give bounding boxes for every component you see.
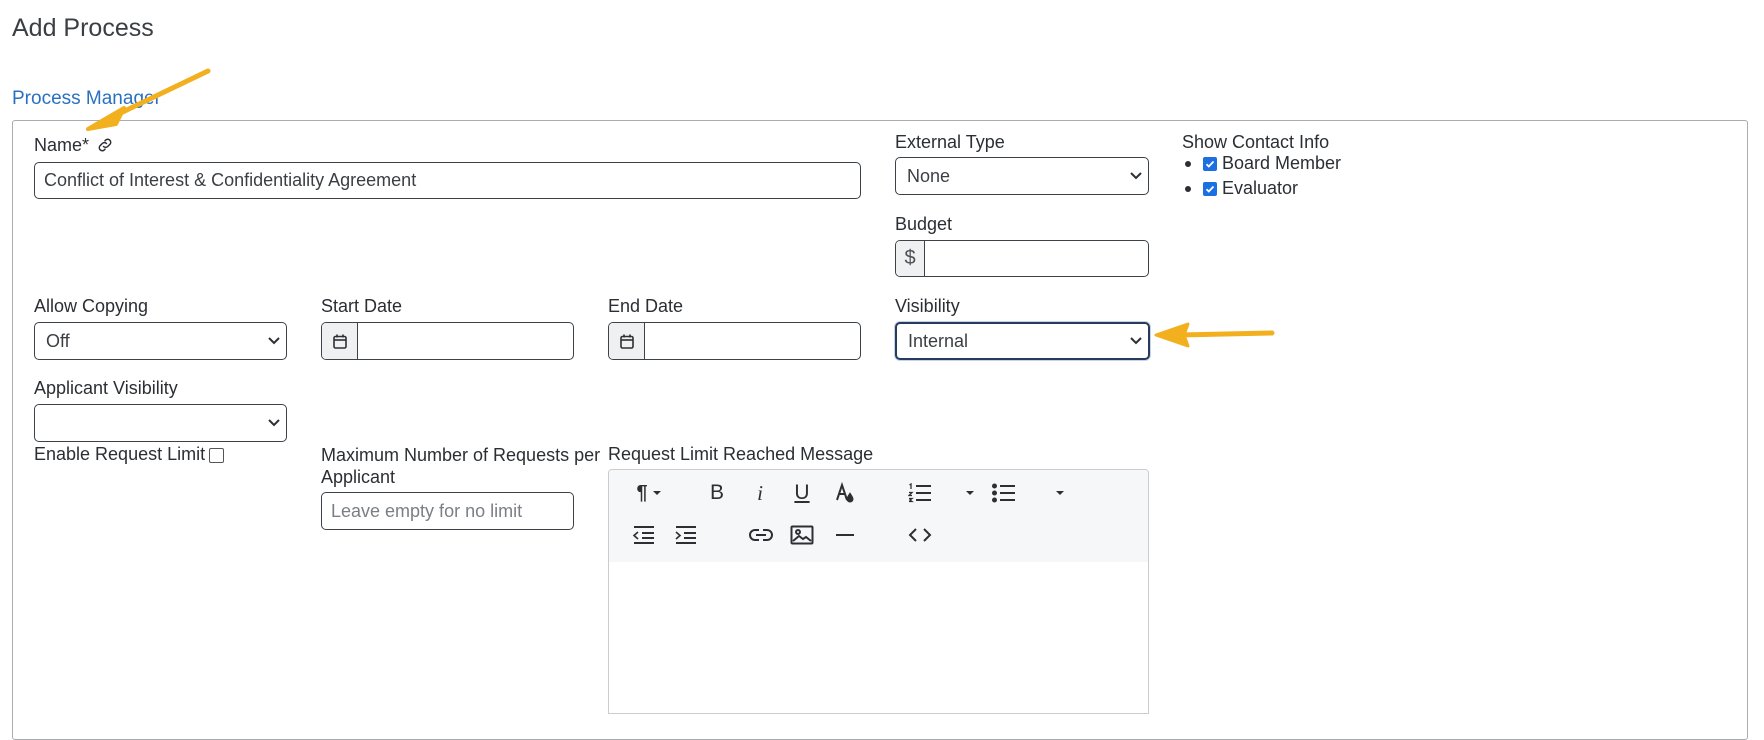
bullet bbox=[1185, 185, 1191, 192]
underline-icon[interactable]: U bbox=[785, 476, 819, 510]
start-date-label: Start Date bbox=[321, 296, 403, 316]
external-type-label: External Type bbox=[895, 132, 1005, 152]
chevron-down-icon bbox=[1124, 158, 1148, 194]
chevron-down-icon bbox=[262, 323, 286, 359]
max-requests-label-line2: Applicant bbox=[321, 467, 396, 487]
outdent-icon[interactable] bbox=[627, 518, 661, 552]
max-requests-label-line1: Maximum Number of Requests per bbox=[321, 445, 601, 465]
bold-icon[interactable]: B bbox=[700, 476, 734, 510]
dollar-icon: $ bbox=[896, 241, 925, 276]
bullet bbox=[1185, 160, 1191, 167]
unordered-list-dropdown-icon[interactable] bbox=[1048, 476, 1072, 510]
start-date-input-group bbox=[321, 322, 574, 360]
text-color-icon[interactable] bbox=[828, 476, 862, 510]
chevron-down-icon bbox=[1124, 324, 1148, 358]
limit-message-label: Request Limit Reached Message bbox=[608, 444, 874, 464]
budget-label: Budget bbox=[895, 214, 953, 234]
calendar-icon[interactable] bbox=[322, 323, 358, 359]
enable-request-limit-checkbox[interactable] bbox=[209, 447, 225, 463]
max-requests-input[interactable]: Leave empty for no limit bbox=[321, 492, 574, 530]
editor-content-area[interactable] bbox=[609, 562, 1148, 713]
annotation-arrow-name bbox=[86, 68, 211, 131]
code-view-icon[interactable] bbox=[903, 518, 937, 552]
horizontal-rule-icon[interactable] bbox=[828, 518, 862, 552]
contact-option-board-member: Board Member bbox=[1182, 151, 1341, 176]
max-requests-placeholder: Leave empty for no limit bbox=[331, 500, 523, 521]
applicant-visibility-label: Applicant Visibility bbox=[34, 378, 178, 398]
italic-icon[interactable]: i bbox=[743, 476, 777, 510]
allow-copying-value: Off bbox=[46, 330, 70, 351]
show-contact-info-label: Show Contact Info bbox=[1182, 132, 1330, 152]
board-member-checkbox[interactable] bbox=[1203, 156, 1217, 171]
editor-toolbar: ¶ B i U bbox=[609, 470, 1148, 562]
evaluator-label: Evaluator bbox=[1222, 178, 1299, 198]
ordered-list-dropdown-icon[interactable] bbox=[958, 476, 982, 510]
unordered-list-icon[interactable] bbox=[987, 476, 1021, 510]
applicant-visibility-select[interactable] bbox=[34, 404, 287, 442]
external-type-value: None bbox=[907, 165, 951, 186]
link-icon[interactable] bbox=[744, 518, 778, 552]
link-icon[interactable] bbox=[96, 136, 114, 154]
name-input[interactable]: Conflict of Interest & Confidentiality A… bbox=[34, 162, 861, 199]
max-requests-label: Maximum Number of Requests per Applicant bbox=[321, 444, 600, 488]
end-date-input-group bbox=[608, 322, 861, 360]
annotation-arrow-visibility bbox=[1154, 322, 1275, 348]
calendar-icon[interactable] bbox=[609, 323, 645, 359]
name-input-value: Conflict of Interest & Confidentiality A… bbox=[44, 170, 417, 190]
page-title: Add Process bbox=[12, 14, 154, 42]
visibility-select[interactable]: Internal bbox=[895, 322, 1150, 360]
enable-request-limit: Enable Request Limit bbox=[34, 444, 225, 465]
paragraph-icon[interactable]: ¶ bbox=[627, 476, 671, 510]
indent-icon[interactable] bbox=[669, 518, 703, 552]
visibility-label: Visibility bbox=[895, 296, 960, 316]
allow-copying-select[interactable]: Off bbox=[34, 322, 287, 360]
external-type-select[interactable]: None bbox=[895, 157, 1149, 195]
budget-input-group: $ bbox=[895, 240, 1149, 277]
enable-request-limit-label: Enable Request Limit bbox=[34, 444, 206, 464]
ordered-list-icon[interactable] bbox=[903, 476, 937, 510]
end-date-label: End Date bbox=[608, 296, 684, 316]
contact-option-evaluator: Evaluator bbox=[1182, 176, 1341, 201]
board-member-label: Board Member bbox=[1222, 153, 1342, 173]
contact-info-list: Board Member Evaluator bbox=[1182, 151, 1341, 201]
limit-message-editor: ¶ B i U bbox=[608, 469, 1149, 714]
name-label: Name* bbox=[34, 135, 90, 155]
image-icon[interactable] bbox=[785, 518, 819, 552]
allow-copying-label: Allow Copying bbox=[34, 296, 149, 316]
chevron-down-icon bbox=[262, 405, 286, 441]
visibility-value: Internal bbox=[908, 330, 969, 351]
evaluator-checkbox[interactable] bbox=[1203, 181, 1217, 196]
